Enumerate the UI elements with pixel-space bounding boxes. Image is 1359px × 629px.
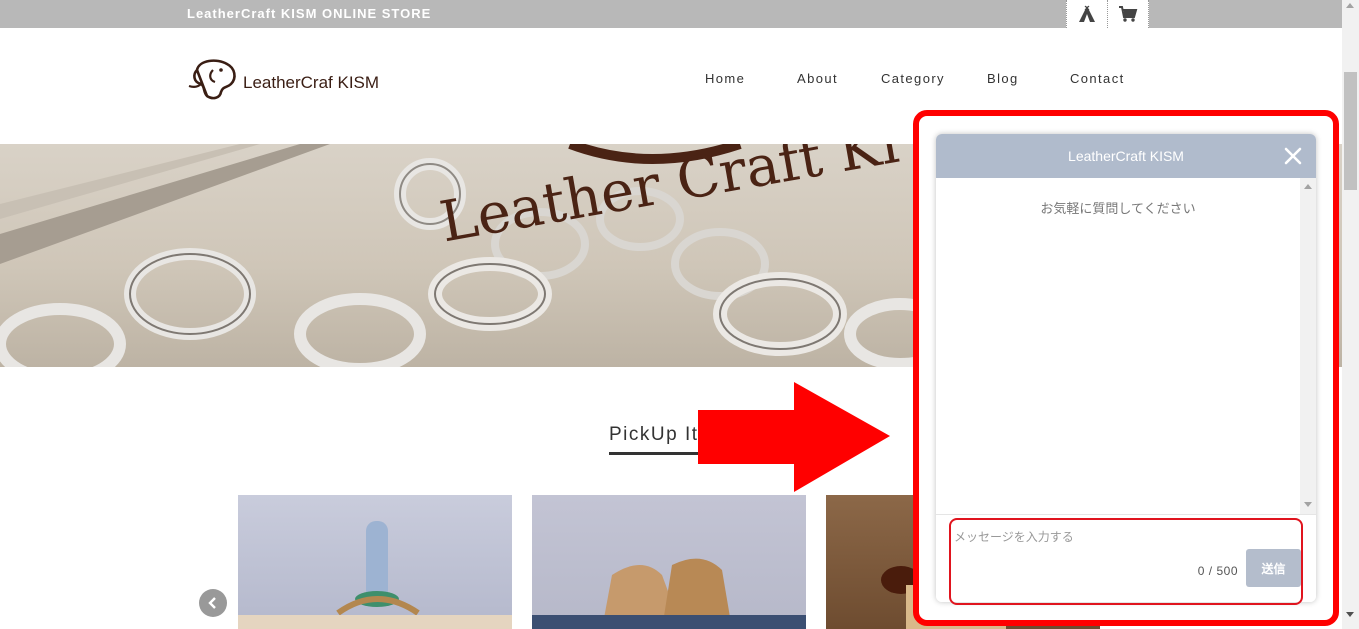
scroll-down-arrow-icon[interactable] [1346, 612, 1354, 617]
store-name: LeatherCraft KISM ONLINE STORE [187, 6, 432, 21]
nav-category[interactable]: Category [881, 71, 945, 86]
chat-scroll-up-icon[interactable] [1304, 184, 1312, 189]
chat-close-button[interactable] [1284, 147, 1302, 165]
chat-welcome-message: お気軽に質問してください [1040, 201, 1196, 216]
cart-icon-button[interactable] [1107, 0, 1149, 28]
logo-text: LeatherCraf KISM [243, 73, 380, 92]
chat-scrollbar[interactable] [1300, 178, 1316, 514]
chat-messages[interactable]: お気軽に質問してください [936, 178, 1300, 514]
nav-home[interactable]: Home [705, 71, 745, 86]
chat-title: LeatherCraft KISM [1068, 148, 1184, 164]
site-logo[interactable]: LeatherCraf KISM [187, 56, 379, 102]
chevron-left-icon [208, 597, 216, 609]
teepee-icon [1079, 5, 1095, 22]
product-card-2[interactable] [532, 495, 806, 629]
carousel-prev-button[interactable] [199, 589, 227, 617]
cart-icon [1119, 6, 1138, 22]
elephant-logo-icon [188, 59, 236, 100]
scroll-up-arrow-icon[interactable] [1346, 3, 1354, 8]
product-image-2 [532, 558, 806, 629]
page-scrollbar[interactable] [1342, 0, 1359, 629]
product-image-1 [238, 521, 512, 629]
scrollbar-thumb[interactable] [1344, 72, 1357, 190]
top-bar: LeatherCraft KISM ONLINE STORE [0, 0, 1342, 28]
teepee-icon-button[interactable] [1066, 0, 1108, 28]
nav-blog[interactable]: Blog [987, 71, 1019, 86]
annotation-input-highlight [949, 518, 1303, 605]
close-icon [1284, 147, 1302, 165]
chat-header: LeatherCraft KISM [936, 134, 1316, 178]
annotation-arrow-icon [698, 382, 890, 492]
nav-contact[interactable]: Contact [1070, 71, 1125, 86]
product-card-1[interactable] [238, 495, 512, 629]
chat-scroll-down-icon[interactable] [1304, 502, 1312, 507]
nav-about[interactable]: About [797, 71, 838, 86]
